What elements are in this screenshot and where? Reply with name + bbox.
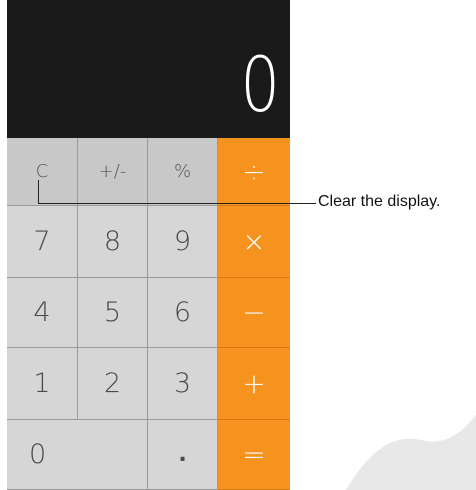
callout-label: Clear the display. [318, 193, 441, 210]
digit-1-button[interactable]: 1 [7, 348, 78, 420]
calculator-app: 0 C +/- % ÷ 7 8 9 × 4 5 6 − 1 2 3 + 0 . … [7, 0, 290, 490]
digit-8-button[interactable]: 8 [78, 206, 148, 278]
digit-9-button[interactable]: 9 [148, 206, 218, 278]
clear-button[interactable]: C [7, 138, 78, 206]
digit-4-button[interactable]: 4 [7, 278, 78, 348]
percent-button[interactable]: % [148, 138, 218, 206]
digit-3-button[interactable]: 3 [148, 348, 218, 420]
plus-minus-button[interactable]: +/- [78, 138, 148, 206]
equals-button[interactable]: = [218, 420, 290, 490]
decimal-point-button[interactable]: . [148, 420, 218, 490]
digit-2-button[interactable]: 2 [78, 348, 148, 420]
subtract-button[interactable]: − [218, 278, 290, 348]
digit-5-button[interactable]: 5 [78, 278, 148, 348]
add-button[interactable]: + [218, 348, 290, 420]
display-value: 0 [239, 40, 280, 129]
digit-0-button[interactable]: 0 [7, 420, 148, 490]
divide-button[interactable]: ÷ [218, 138, 290, 206]
callout-connector-vertical [38, 180, 39, 204]
callout-connector-horizontal [38, 203, 316, 204]
digit-7-button[interactable]: 7 [7, 206, 78, 278]
watermark-shape [346, 414, 476, 490]
multiply-button[interactable]: × [218, 206, 290, 278]
keypad: C +/- % ÷ 7 8 9 × 4 5 6 − 1 2 3 + 0 . = [7, 138, 290, 490]
digit-6-button[interactable]: 6 [148, 278, 218, 348]
display-area: 0 [7, 0, 290, 138]
